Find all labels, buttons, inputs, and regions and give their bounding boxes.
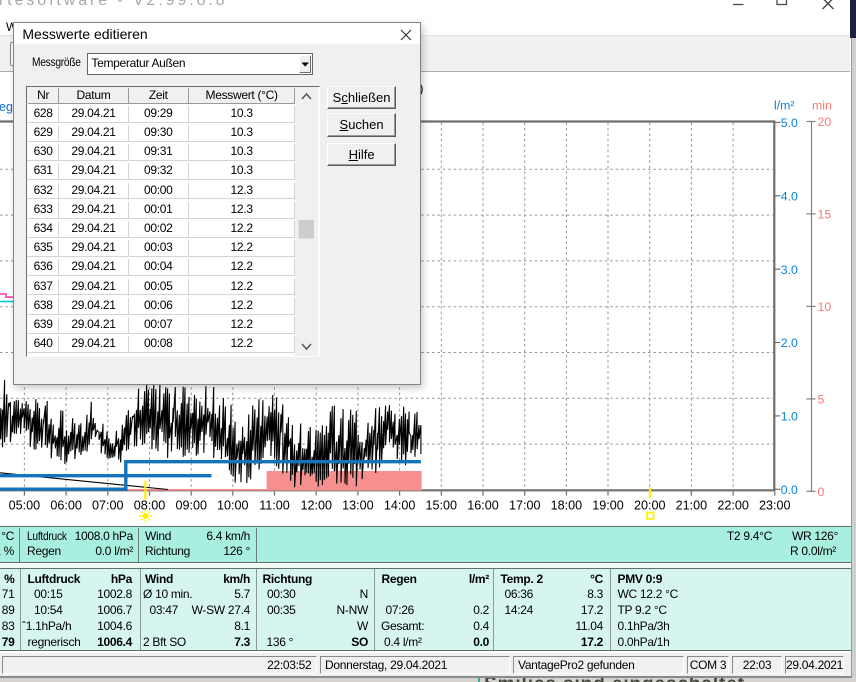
svg-text:0.0: 0.0 — [781, 483, 798, 497]
svg-text:13:00: 13:00 — [342, 499, 374, 513]
svg-text:12:00: 12:00 — [300, 499, 332, 513]
svg-text:3.0: 3.0 — [781, 263, 798, 277]
svg-text:l/m²: l/m² — [774, 99, 795, 113]
svg-text:07:00: 07:00 — [92, 499, 124, 513]
svg-text:2.0: 2.0 — [781, 336, 798, 350]
svg-text:08:00: 08:00 — [134, 499, 166, 513]
svg-text:21:00: 21:00 — [676, 499, 708, 513]
svg-text:14:00: 14:00 — [384, 499, 416, 513]
svg-text:23:00: 23:00 — [759, 499, 791, 513]
svg-text:10: 10 — [818, 300, 832, 314]
svg-text:20: 20 — [818, 115, 832, 129]
svg-text:20:00: 20:00 — [634, 499, 666, 513]
svg-text:5.0: 5.0 — [781, 116, 798, 130]
svg-text:15:00: 15:00 — [426, 499, 458, 513]
svg-text:06:00: 06:00 — [50, 499, 82, 513]
svg-text:min: min — [812, 99, 832, 113]
svg-text:10:00: 10:00 — [217, 499, 249, 513]
svg-text:17:00: 17:00 — [509, 499, 541, 513]
svg-text:5: 5 — [818, 393, 825, 407]
svg-text:11:00: 11:00 — [259, 499, 290, 513]
svg-text:15: 15 — [818, 208, 832, 222]
svg-text:05:00: 05:00 — [9, 499, 41, 513]
svg-text:4.0: 4.0 — [781, 190, 798, 204]
svg-text:16:00: 16:00 — [467, 499, 499, 513]
svg-text:1.0: 1.0 — [781, 410, 798, 424]
svg-text:22:00: 22:00 — [717, 499, 749, 513]
svg-text:09:00: 09:00 — [175, 499, 207, 513]
svg-text:18:00: 18:00 — [551, 499, 583, 513]
svg-text:19:00: 19:00 — [592, 499, 624, 513]
svg-text:0: 0 — [818, 485, 825, 499]
